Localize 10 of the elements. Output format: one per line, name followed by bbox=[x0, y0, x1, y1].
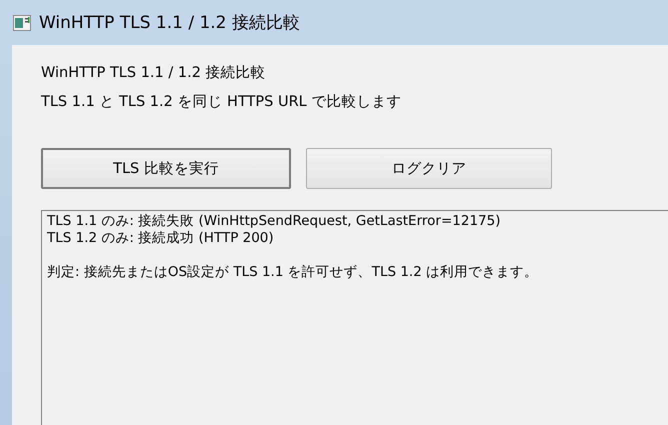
log-line: TLS 1.2 のみ: 接続成功 (HTTP 200) bbox=[47, 230, 274, 247]
app-icon bbox=[13, 14, 31, 30]
log-textbox[interactable]: TLS 1.1 のみ: 接続失敗 (WinHttpSendRequest, GetLastError=12175) TLS 1.2 のみ: 接続成功 (HTTP 200) 判定: 接続先またはOS設定が TLS 1.1 を許可せず、TLS 1.2 は利用できます。 bbox=[41, 210, 668, 425]
description-label: WinHTTP TLS 1.1 / 1.2 接続比較 bbox=[41, 64, 267, 83]
action-button[interactable]: TLS 比較を実行 bbox=[41, 148, 291, 189]
description-label: TLS 1.1 と TLS 1.2 を同じ HTTPS URL で比較します bbox=[41, 93, 402, 112]
log-line: 判定: 接続先またはOS設定が TLS 1.1 を許可せず、TLS 1.2 は利用できます。 bbox=[47, 264, 538, 281]
window-title: WinHTTP TLS 1.1 / 1.2 接続比較 bbox=[39, 12, 300, 34]
log-line: TLS 1.1 のみ: 接続失敗 (WinHttpSendRequest, GetLastError=12175) bbox=[47, 213, 500, 230]
action-button[interactable]: ログクリア bbox=[306, 148, 552, 189]
